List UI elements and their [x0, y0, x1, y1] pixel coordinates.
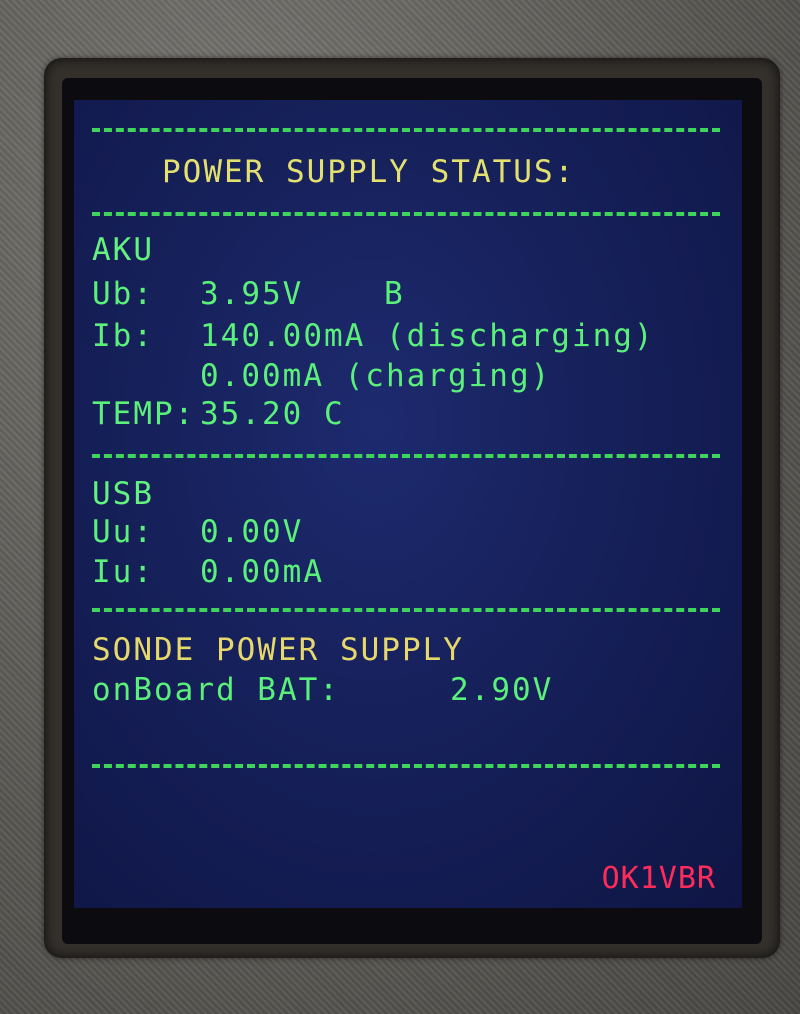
temp-value: 35.20 C — [200, 396, 345, 432]
callsign-label: OK1VBR — [601, 861, 716, 896]
sonde-heading: SONDE POWER SUPPLY — [92, 632, 464, 668]
ib-label: Ib: — [92, 318, 154, 354]
separator-title — [92, 212, 720, 216]
separator-usb — [92, 608, 720, 612]
uu-label: Uu: — [92, 514, 154, 550]
ub-flag: B — [384, 276, 405, 312]
ub-value: 3.95V — [200, 276, 304, 312]
onboard-bat-value: 2.90V — [450, 672, 554, 708]
aku-heading: AKU — [92, 232, 154, 268]
onboard-bat-label: onBoard BAT: — [92, 672, 340, 708]
iu-value: 0.00mA — [200, 554, 324, 590]
page-title: POWER SUPPLY STATUS: — [162, 154, 576, 190]
ib-charging-value: 0.00mA (charging) — [200, 358, 552, 394]
iu-label: Iu: — [92, 554, 154, 590]
usb-heading: USB — [92, 476, 154, 512]
separator-top — [92, 128, 720, 132]
ub-label: Ub: — [92, 276, 154, 312]
separator-aku — [92, 454, 720, 458]
separator-bottom — [92, 764, 720, 768]
uu-value: 0.00V — [200, 514, 304, 550]
temp-label: TEMP: — [92, 396, 196, 432]
ib-discharging-value: 140.00mA (discharging) — [200, 318, 655, 354]
lcd-screen: POWER SUPPLY STATUS: AKU Ub: 3.95V B Ib:… — [74, 100, 742, 908]
